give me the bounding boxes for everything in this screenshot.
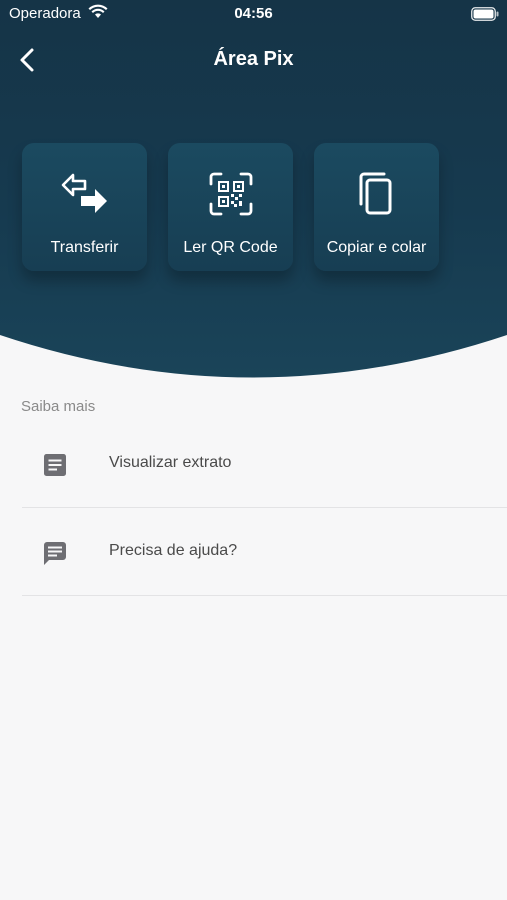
battery-icon (471, 7, 499, 25)
chat-icon (42, 540, 68, 566)
need-help-item[interactable]: Precisa de ajuda? (22, 508, 507, 596)
read-qr-code-label: Ler QR Code (183, 239, 278, 256)
read-qr-code-button[interactable]: Ler QR Code (168, 143, 293, 271)
section-title: Saiba mais (21, 398, 96, 415)
status-time: 04:56 (234, 5, 273, 22)
copy-paste-label: Copiar e colar (326, 239, 427, 256)
page-title: Área Pix (213, 48, 294, 70)
transfer-icon (22, 171, 147, 217)
transfer-button[interactable]: Transferir (22, 143, 147, 271)
view-statement-item[interactable]: Visualizar extrato (22, 420, 507, 508)
view-statement-label: Visualizar extrato (109, 454, 232, 471)
status-bar: Operadora 04:56 (0, 0, 507, 28)
transfer-label: Transferir (50, 239, 119, 256)
copy-icon (314, 171, 439, 217)
document-icon (42, 452, 68, 478)
header-curve (0, 335, 507, 390)
qr-code-icon (168, 171, 293, 217)
need-help-label: Precisa de ajuda? (109, 542, 238, 559)
learn-more-list: Visualizar extrato Precisa de ajuda? (22, 420, 507, 596)
copy-paste-button[interactable]: Copiar e colar (314, 143, 439, 271)
navigation-bar: Área Pix (0, 40, 507, 80)
